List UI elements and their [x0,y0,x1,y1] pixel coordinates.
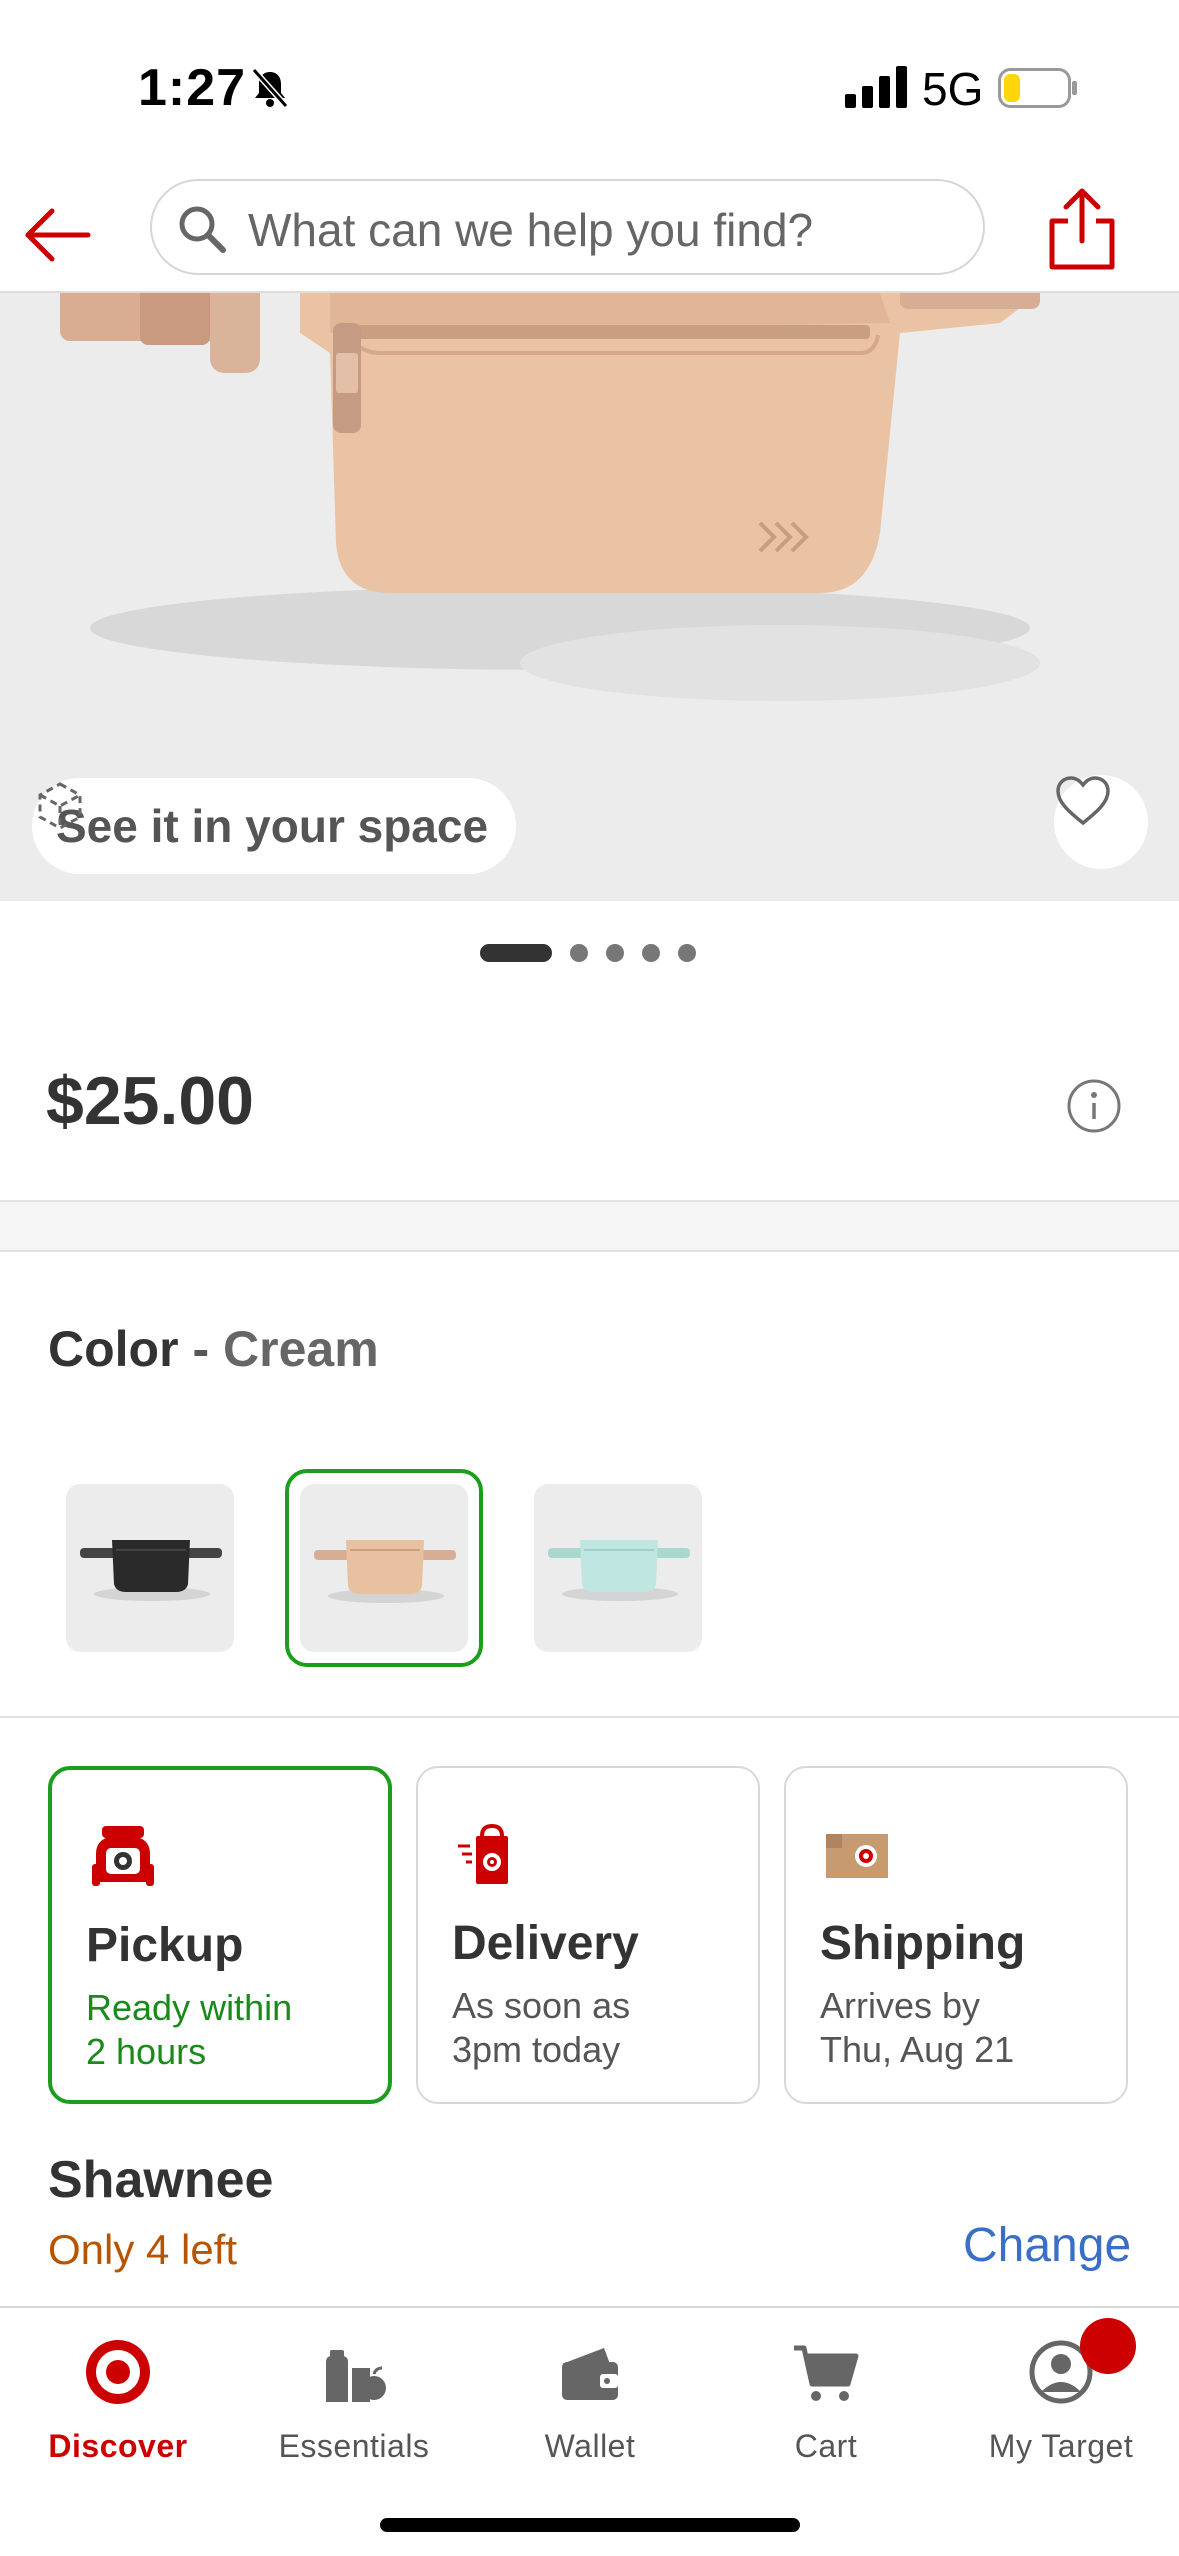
essentials-icon [326,2350,386,2402]
carousel-dot[interactable] [606,944,624,962]
section-divider [0,1200,1179,1252]
wallet-icon [562,2348,618,2400]
see-in-your-space-label: See it in your space [56,800,489,852]
color-selected-value: Cream [223,1321,379,1377]
search-input[interactable]: What can we help you find? [150,179,985,275]
pickup-subtitle: Ready within 2 hours [86,1987,293,2072]
swatch-black-image [80,1540,222,1601]
carousel-dot[interactable] [678,944,696,962]
search-placeholder: What can we help you find? [248,204,814,256]
swatch-cream-image [314,1540,456,1603]
target-logo-icon [86,2340,150,2404]
status-bar: 1:27 5G [0,0,1179,175]
battery-icon [998,68,1077,108]
nav-wallet[interactable]: Wallet [472,2336,708,2465]
status-time: 1:27 [138,59,247,117]
drive-up-car-icon [92,1826,154,1886]
home-indicator[interactable] [380,2518,800,2532]
color-swatch-black[interactable] [66,1484,234,1652]
delivery-subtitle: As soon as 3pm today [452,1985,631,2070]
nav-discover[interactable]: Discover [0,2336,236,2465]
carousel-dot[interactable] [570,944,588,962]
back-arrow-icon[interactable] [22,199,94,271]
cart-icon [794,2345,859,2401]
nav-essentials-label: Essentials [278,2428,430,2464]
delivery-title: Delivery [452,1917,639,1970]
nav-cart-label: Cart [794,2428,858,2464]
heart-icon [1056,776,1110,826]
fulfillment-delivery-card[interactable]: Delivery As soon as 3pm today [416,1766,760,2104]
see-in-your-space-button[interactable]: See it in your space [32,778,517,874]
carousel-dot-active[interactable] [480,944,552,962]
color-swatch-cream[interactable] [300,1484,468,1652]
pickup-title: Pickup [86,1919,244,1972]
delivery-bag-icon [458,1823,508,1884]
carousel-dots[interactable] [480,944,696,962]
product-image-carousel[interactable]: See it in your space [0,293,1179,901]
section-divider-line [0,1716,1179,1718]
shipping-box-icon [826,1834,888,1878]
product-price: $25.00 [46,1063,254,1139]
shipping-title: Shipping [820,1917,1026,1970]
nav-essentials[interactable]: Essentials [236,2336,472,2465]
color-label: Color [48,1321,179,1377]
change-store-link[interactable]: Change [963,2218,1131,2273]
top-header: What can we help you find? [0,175,1179,293]
info-icon[interactable] [1066,1078,1122,1134]
ar-cube-icon [38,782,82,830]
search-icon [179,206,226,253]
swatch-mint-image [548,1540,690,1601]
bell-off-icon [251,68,289,108]
network-type: 5G [922,63,984,115]
notification-badge [1080,2318,1136,2374]
nav-discover-label: Discover [48,2428,188,2464]
nav-my-target-label: My Target [988,2428,1134,2464]
signal-icon [845,66,907,108]
color-separator: - [192,1321,210,1377]
share-icon[interactable] [1046,187,1118,271]
store-name: Shawnee [48,2151,274,2209]
stock-note: Only 4 left [48,2226,238,2273]
shipping-subtitle: Arrives by Thu, Aug 21 [820,1985,1015,2070]
nav-cart[interactable]: Cart [708,2336,944,2465]
fulfillment-shipping-card[interactable]: Shipping Arrives by Thu, Aug 21 [784,1766,1128,2104]
color-swatch-mint[interactable] [534,1484,702,1652]
favorite-button[interactable] [1054,775,1148,869]
nav-my-target[interactable]: My Target [943,2336,1179,2465]
carousel-dot[interactable] [642,944,660,962]
nav-wallet-label: Wallet [544,2428,636,2464]
color-heading: Color - Cream [48,1320,379,1378]
fulfillment-pickup-card[interactable]: Pickup Ready within 2 hours [48,1766,392,2104]
